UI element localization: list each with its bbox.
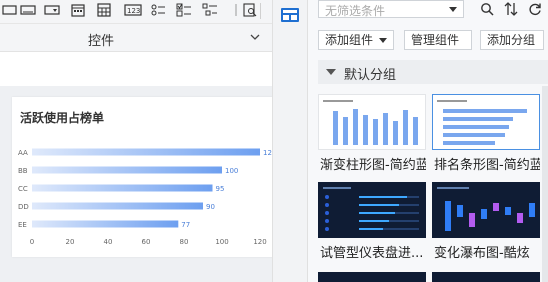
waterfall-thumbnail: [437, 187, 535, 231]
svg-text:123: 123: [127, 7, 140, 15]
insert-toolbar: 123: [0, 0, 272, 24]
x-tick-label: 100: [215, 238, 228, 246]
bar: [32, 202, 203, 210]
checkbox-list-icon[interactable]: [176, 3, 192, 17]
card-caption: 排名条形图-简约蓝: [434, 158, 540, 173]
card-caption: 渐变柱形图-简约蓝: [320, 158, 426, 173]
sort-icon[interactable]: [504, 2, 518, 16]
ranking-bar-chart: AA120BB100CC95DD90EE77020406080100120140: [18, 148, 305, 246]
x-tick-label: 80: [180, 238, 189, 246]
card-caption: 变化瀑布图-酷炫: [434, 246, 530, 261]
component-card-selected[interactable]: 排名条形图-简约蓝: [432, 94, 540, 174]
collapse-triangle-icon[interactable]: [326, 69, 336, 75]
x-tick-label: 0: [30, 238, 34, 246]
date-picker-icon[interactable]: [70, 3, 86, 17]
card-thumbnail: [318, 94, 426, 150]
component-card-partial[interactable]: [318, 272, 426, 282]
search-icon[interactable]: [480, 2, 494, 16]
group-label: 默认分组: [344, 68, 397, 83]
component-library-icon[interactable]: [281, 8, 299, 22]
controls-section-label: 控件: [88, 34, 115, 49]
bar: [32, 220, 179, 228]
add-component-button[interactable]: 添加组件: [318, 30, 394, 50]
toolbar-divider: [260, 3, 261, 19]
dropdown-box-icon[interactable]: [44, 3, 60, 17]
number-box-icon[interactable]: 123: [124, 3, 142, 17]
component-card[interactable]: 试管型仪表盘进...: [318, 182, 426, 264]
component-panel: 无筛选条件 添加组件 管理组件 添加分组 默认分组 渐变柱形图-简约蓝 排名条形…: [308, 0, 548, 282]
tree-list-icon[interactable]: [202, 3, 218, 17]
group-header-default[interactable]: 默认分组: [318, 60, 548, 84]
calendar-grid-icon[interactable]: [96, 3, 112, 17]
card-thumbnail: [432, 272, 540, 282]
card-thumbnail: [432, 182, 540, 238]
panel-scrollbar[interactable]: [542, 86, 548, 282]
bar: [32, 184, 213, 192]
add-component-label: 添加组件: [325, 33, 374, 47]
component-card[interactable]: 渐变柱形图-简约蓝: [318, 94, 426, 174]
x-tick-label: 40: [104, 238, 113, 246]
side-tool-strip: [272, 0, 308, 282]
text-box-icon[interactable]: [2, 3, 18, 17]
tube-gauge-thumbnail: [323, 187, 419, 231]
radio-list-icon[interactable]: [150, 3, 166, 17]
component-card[interactable]: 变化瀑布图-酷炫: [432, 182, 540, 264]
add-group-label: 添加分组: [487, 33, 536, 47]
filter-select[interactable]: 无筛选条件: [318, 0, 464, 18]
refresh-icon[interactable]: [528, 2, 542, 16]
controls-section-header[interactable]: 控件: [0, 24, 272, 52]
card-caption: 试管型仪表盘进...: [320, 246, 424, 261]
y-tick-label: CC: [18, 185, 28, 193]
bar: [32, 148, 260, 156]
textarea-box-icon[interactable]: [20, 3, 36, 17]
add-group-button[interactable]: 添加分组: [480, 30, 544, 50]
filter-placeholder: 无筛选条件: [325, 4, 386, 18]
card-thumbnail: [318, 272, 426, 282]
bar: [32, 166, 222, 174]
x-tick-label: 60: [142, 238, 151, 246]
x-tick-label: 120: [253, 238, 266, 246]
bar-value-label: 90: [206, 203, 215, 211]
chevron-down-icon[interactable]: [250, 34, 260, 40]
component-card-partial[interactable]: [432, 272, 540, 282]
chart-widget[interactable]: 活跃使用占榜单 AA 120 BB 100 CC 95 DD 90 EE 77 0 20 40 60 80 1…: [12, 97, 308, 257]
y-tick-label: EE: [18, 221, 27, 229]
card-thumbnail: [318, 182, 426, 238]
y-tick-label: AA: [18, 149, 28, 157]
y-tick-label: DD: [18, 203, 29, 211]
caret-down-icon: [379, 38, 387, 43]
bar-value-label: 95: [216, 185, 225, 193]
manage-component-button[interactable]: 管理组件: [404, 30, 472, 50]
ranking-bar-thumbnail: [437, 100, 527, 145]
manage-component-label: 管理组件: [411, 33, 460, 47]
y-tick-label: BB: [18, 167, 28, 175]
search-doc-icon[interactable]: [242, 3, 258, 17]
x-tick-label: 20: [66, 238, 75, 246]
gradient-column-thumbnail: [323, 100, 418, 145]
dropdown-arrow-icon: [449, 7, 457, 12]
card-thumbnail: [432, 94, 540, 150]
bar-value-label: 77: [181, 221, 190, 229]
bar-value-label: 100: [225, 167, 238, 175]
